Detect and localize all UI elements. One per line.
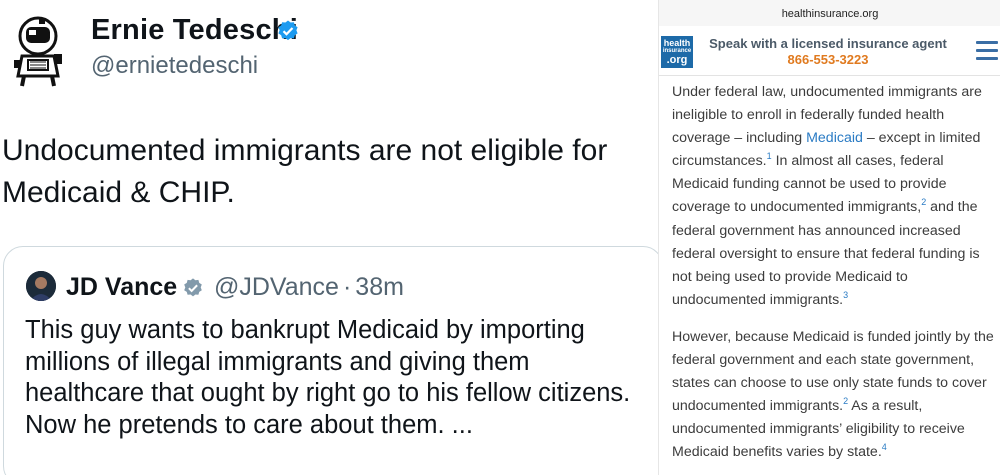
quoted-author-avatar[interactable] [26, 271, 56, 301]
quoted-tweet-text: This guy wants to bankrupt Medicaid by i… [25, 316, 631, 439]
quoted-author-name[interactable]: JD Vance [66, 273, 177, 302]
tweet-card: Ernie Tedeschi @ernietedeschi Undocument… [0, 0, 663, 475]
quoted-author-handle[interactable]: @JDVance [214, 273, 339, 301]
footnote-link[interactable]: 3 [843, 290, 848, 300]
verified-badge-icon [278, 20, 298, 41]
tweet-author-handle[interactable]: @ernietedeschi [91, 52, 258, 80]
article-body: Under federal law, undocumented immigran… [672, 81, 994, 475]
footnote-link[interactable]: 4 [882, 442, 887, 452]
tweet-text: Undocumented immigrants are not eligible… [2, 134, 608, 209]
article-paragraph-1: Under federal law, undocumented immigran… [672, 81, 994, 312]
p2-text-a: However, because Medicaid is funded join… [672, 328, 994, 415]
site-logo[interactable]: health insurance .org [661, 36, 693, 68]
agent-cta[interactable]: Speak with a licensed insurance agent 86… [703, 36, 953, 68]
logo-line-3: .org [666, 54, 688, 66]
address-bar[interactable]: healthinsurance.org [659, 0, 1000, 26]
verified-badge-icon [184, 278, 202, 297]
healthinsurance-webpage: healthinsurance.org health insurance .or… [658, 0, 1000, 475]
astronaut-avatar-icon[interactable] [8, 10, 68, 88]
medicaid-link[interactable]: Medicaid [806, 130, 863, 146]
person-avatar-icon [26, 271, 56, 301]
quoted-meta: @JDVance · 38m [214, 273, 404, 302]
cta-text: Speak with a licensed insurance agent [709, 36, 947, 51]
article-paragraph-2: However, because Medicaid is funded join… [672, 326, 994, 465]
tweet-author-name[interactable]: Ernie Tedeschi [91, 14, 298, 47]
site-header: health insurance .org Speak with a licen… [659, 26, 1000, 76]
logo-line-1: health [663, 38, 691, 48]
cta-phone-link[interactable]: 866-553-3223 [703, 52, 953, 68]
quoted-timestamp[interactable]: 38m [355, 273, 404, 301]
hamburger-menu-icon[interactable] [976, 41, 998, 61]
meta-separator: · [342, 273, 352, 301]
quoted-tweet[interactable]: JD Vance @JDVance · 38m This guy wants to … [3, 246, 663, 475]
p1-text-d: and the federal government has announced… [672, 199, 980, 308]
